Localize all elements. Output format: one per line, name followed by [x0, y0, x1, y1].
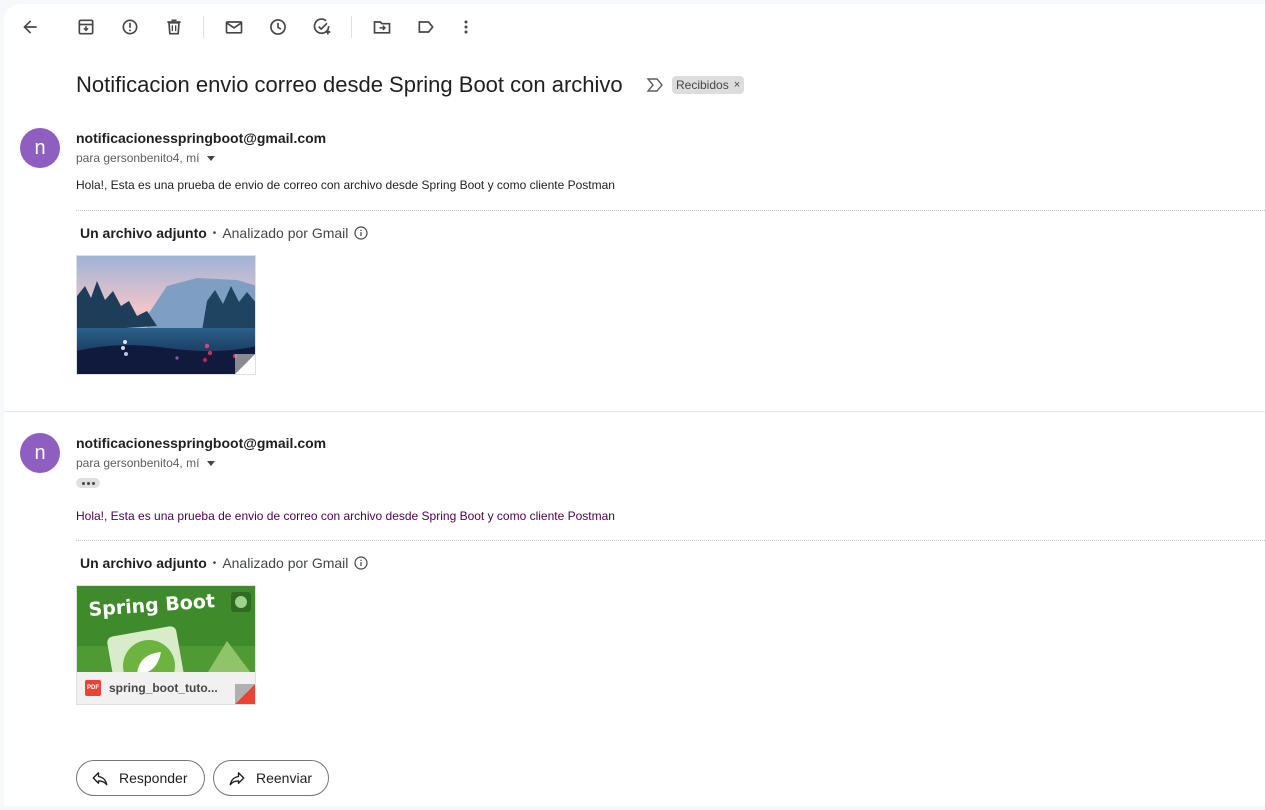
scanned-by-gmail: Analizado por Gmail	[222, 225, 349, 241]
more-vert-icon[interactable]	[450, 11, 482, 43]
toolbar-separator	[351, 16, 352, 38]
forward-label: Reenviar	[256, 770, 313, 786]
page-fold-icon	[235, 684, 255, 704]
reply-icon	[92, 772, 108, 786]
landscape-image	[77, 256, 255, 374]
snooze-icon[interactable]	[262, 11, 294, 43]
message-divider	[4, 411, 1265, 412]
attachments-header: Un archivo adjunto • Analizado por Gmail	[80, 555, 368, 571]
back-arrow-icon[interactable]	[14, 11, 46, 43]
recipient-line[interactable]: para gersonbenito4, mí	[76, 151, 216, 165]
report-spam-icon[interactable]	[114, 11, 146, 43]
show-trimmed-content-button[interactable]	[76, 478, 100, 488]
message-body: Hola!, Esta es una prueba de envio de co…	[76, 178, 615, 192]
toolbar-separator	[203, 16, 204, 38]
email-view: Notificacion envio correo desde Spring B…	[4, 4, 1265, 806]
attachment-filename-bar: PDF spring_boot_tuto...	[77, 672, 255, 704]
recipient-text: para gersonbenito4, mí	[76, 151, 200, 165]
attachments-title: Un archivo adjunto	[80, 555, 207, 571]
archive-icon[interactable]	[70, 11, 102, 43]
reply-button[interactable]: Responder	[76, 760, 205, 796]
separator-dot: •	[212, 557, 217, 569]
pdf-icon: PDF	[85, 680, 101, 696]
label-chip-text: Recibidos	[676, 78, 729, 92]
email-subject: Notificacion envio correo desde Spring B…	[76, 72, 623, 97]
label-icon[interactable]	[410, 11, 442, 43]
image-attachment-thumbnail[interactable]	[76, 255, 256, 375]
add-task-icon[interactable]	[306, 11, 338, 43]
info-icon[interactable]	[354, 556, 368, 570]
separator-dot: •	[212, 227, 217, 239]
delete-icon[interactable]	[158, 11, 190, 43]
move-to-icon[interactable]	[366, 11, 398, 43]
attachment-filename: spring_boot_tuto...	[109, 681, 218, 695]
attachments-title: Un archivo adjunto	[80, 225, 207, 241]
importance-marker-icon[interactable]	[646, 77, 664, 93]
mark-unread-icon[interactable]	[218, 11, 250, 43]
page-fold-icon	[235, 354, 255, 374]
recipient-line[interactable]: para gersonbenito4, mí	[76, 456, 216, 470]
toolbar	[4, 4, 1265, 52]
avatar[interactable]: n	[20, 128, 60, 168]
info-icon[interactable]	[354, 226, 368, 240]
forward-button[interactable]: Reenviar	[213, 760, 330, 796]
scanned-by-gmail: Analizado por Gmail	[222, 555, 349, 571]
recipient-text: para gersonbenito4, mí	[76, 456, 200, 470]
label-chip-inbox[interactable]: Recibidos ×	[672, 76, 745, 94]
attachments-divider	[76, 210, 1265, 211]
attachments-divider	[76, 540, 1265, 541]
chevron-down-icon[interactable]	[207, 460, 216, 466]
sender-email[interactable]: notificacionesspringboot@gmail.com	[76, 435, 326, 451]
avatar[interactable]: n	[20, 433, 60, 473]
chevron-down-icon[interactable]	[207, 155, 216, 161]
reply-label: Responder	[119, 770, 188, 786]
quoted-message-body: Hola!, Esta es una prueba de envio de co…	[76, 509, 615, 523]
pdf-attachment-card[interactable]: Spring Boot PDF spring_boot_tuto...	[76, 585, 256, 705]
sender-email[interactable]: notificacionesspringboot@gmail.com	[76, 130, 326, 146]
attachments-header: Un archivo adjunto • Analizado por Gmail	[80, 225, 368, 241]
label-remove-icon[interactable]: ×	[734, 79, 740, 91]
forward-icon	[229, 772, 245, 786]
